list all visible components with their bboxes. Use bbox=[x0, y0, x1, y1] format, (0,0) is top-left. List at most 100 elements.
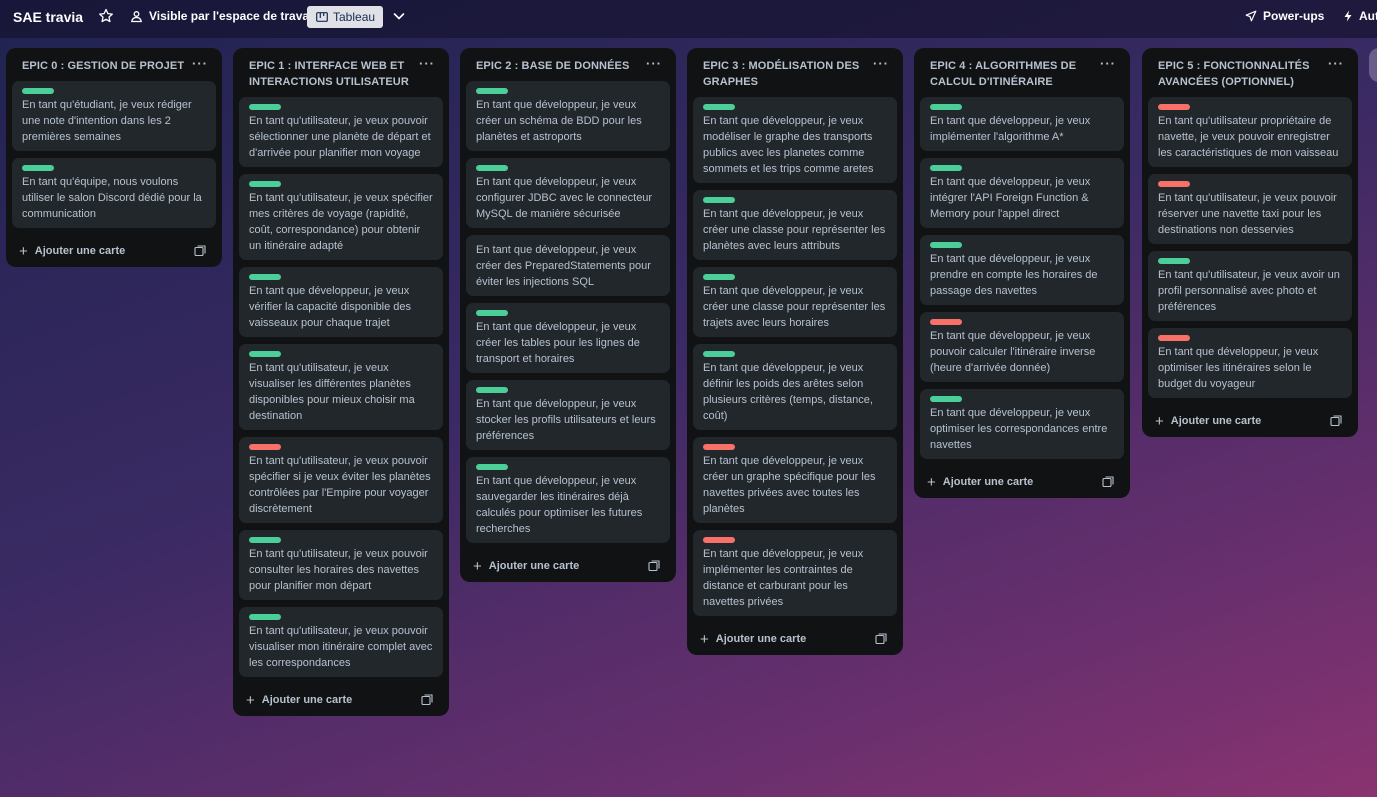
label-red[interactable] bbox=[1158, 335, 1190, 341]
card[interactable]: En tant que développeur, je veux sauvega… bbox=[466, 457, 670, 543]
card[interactable]: En tant que développeur, je veux optimis… bbox=[920, 389, 1124, 459]
label-red[interactable] bbox=[1158, 104, 1190, 110]
card[interactable]: En tant qu'utilisateur, je veux pouvoir … bbox=[239, 607, 443, 677]
label-green[interactable] bbox=[22, 88, 54, 94]
card[interactable]: En tant qu'utilisateur, je veux avoir un… bbox=[1148, 251, 1352, 321]
card[interactable]: En tant que développeur, je veux prendre… bbox=[920, 235, 1124, 305]
card[interactable]: En tant qu'utilisateur, je veux spécifie… bbox=[239, 174, 443, 260]
card[interactable]: En tant qu'étudiant, je veux rédiger une… bbox=[12, 81, 216, 151]
list-menu-icon[interactable]: ··· bbox=[419, 56, 435, 72]
add-card-button[interactable]: + Ajouter une carte bbox=[1148, 405, 1352, 437]
card-text: En tant que développeur, je veux sauvega… bbox=[476, 475, 643, 535]
card[interactable]: En tant que développeur, je veux créer l… bbox=[466, 303, 670, 373]
card[interactable]: En tant que développeur, je veux vérifie… bbox=[239, 267, 443, 337]
label-red[interactable] bbox=[930, 319, 962, 325]
label-green[interactable] bbox=[249, 537, 281, 543]
view-tab-board[interactable]: Tableau bbox=[307, 6, 383, 28]
star-icon[interactable] bbox=[98, 8, 114, 24]
add-card-button[interactable]: + Ajouter une carte bbox=[693, 623, 897, 655]
card[interactable]: En tant qu'utilisateur, je veux pouvoir … bbox=[239, 530, 443, 600]
list-menu-icon[interactable]: ··· bbox=[192, 56, 208, 72]
add-card-button[interactable]: + Ajouter une carte bbox=[239, 684, 443, 716]
card[interactable]: En tant que développeur, je veux créer u… bbox=[466, 81, 670, 151]
list-title[interactable]: EPIC 2 : BASE DE DONNÉES ··· bbox=[466, 48, 670, 81]
card[interactable]: En tant que développeur, je veux créer u… bbox=[693, 190, 897, 260]
card-template-icon[interactable] bbox=[421, 694, 433, 706]
label-green[interactable] bbox=[703, 351, 735, 357]
automation-button[interactable]: Aut bbox=[1343, 9, 1377, 23]
label-green[interactable] bbox=[930, 242, 962, 248]
add-list-button[interactable] bbox=[1369, 48, 1377, 82]
list-menu-icon[interactable]: ··· bbox=[1100, 56, 1116, 72]
powerups-button[interactable]: Power-ups bbox=[1245, 9, 1324, 23]
card-text: En tant que développeur, je veux intégre… bbox=[930, 176, 1091, 220]
card[interactable]: En tant que développeur, je veux modélis… bbox=[693, 97, 897, 183]
add-card-button[interactable]: + Ajouter une carte bbox=[466, 550, 670, 582]
label-red[interactable] bbox=[1158, 181, 1190, 187]
card[interactable]: En tant que développeur, je veux créer u… bbox=[693, 267, 897, 337]
label-green[interactable] bbox=[249, 614, 281, 620]
card[interactable]: En tant qu'utilisateur, je veux pouvoir … bbox=[1148, 174, 1352, 244]
list-menu-icon[interactable]: ··· bbox=[646, 56, 662, 72]
card-template-icon[interactable] bbox=[194, 245, 206, 257]
list-title[interactable]: EPIC 4 : ALGORITHMES DE CALCUL D'ITINÉRA… bbox=[920, 48, 1124, 97]
board-header: SAE travia Visible par l'espace de trava… bbox=[0, 0, 1377, 38]
card[interactable]: En tant que développeur, je veux optimis… bbox=[1148, 328, 1352, 398]
label-green[interactable] bbox=[476, 387, 508, 393]
label-green[interactable] bbox=[930, 165, 962, 171]
label-green[interactable] bbox=[249, 274, 281, 280]
label-green[interactable] bbox=[22, 165, 54, 171]
label-red[interactable] bbox=[703, 444, 735, 450]
card[interactable]: En tant que développeur, je veux intégre… bbox=[920, 158, 1124, 228]
label-green[interactable] bbox=[476, 165, 508, 171]
workspace-people-icon bbox=[131, 10, 142, 22]
card-text: En tant que développeur, je veux optimis… bbox=[1158, 346, 1319, 390]
list-title[interactable]: EPIC 1 : INTERFACE WEB ET INTERACTIONS U… bbox=[239, 48, 443, 97]
card[interactable]: En tant que développeur, je veux pouvoir… bbox=[920, 312, 1124, 382]
card[interactable]: En tant qu'utilisateur propriétaire de n… bbox=[1148, 97, 1352, 167]
visibility-button[interactable]: Visible par l'espace de travail bbox=[130, 9, 316, 23]
list-title[interactable]: EPIC 3 : MODÉLISATION DES GRAPHES ··· bbox=[693, 48, 897, 97]
card[interactable]: En tant que développeur, je veux impléme… bbox=[920, 97, 1124, 151]
plus-icon: + bbox=[246, 691, 255, 709]
card[interactable]: En tant qu'équipe, nous voulons utiliser… bbox=[12, 158, 216, 228]
label-green[interactable] bbox=[703, 197, 735, 203]
list-title[interactable]: EPIC 0 : GESTION DE PROJET ··· bbox=[12, 48, 216, 81]
card[interactable]: En tant qu'utilisateur, je veux pouvoir … bbox=[239, 437, 443, 523]
list-title[interactable]: EPIC 5 : FONCTIONNALITÉS AVANCÉES (OPTIO… bbox=[1148, 48, 1352, 97]
add-card-label: Ajouter une carte bbox=[261, 694, 353, 706]
card[interactable]: En tant que développeur, je veux créer d… bbox=[466, 235, 670, 296]
label-green[interactable] bbox=[1158, 258, 1190, 264]
add-card-button[interactable]: + Ajouter une carte bbox=[920, 466, 1124, 498]
add-card-button[interactable]: + Ajouter une carte bbox=[12, 235, 216, 267]
card-template-icon[interactable] bbox=[648, 560, 660, 572]
label-red[interactable] bbox=[703, 537, 735, 543]
board-title[interactable]: SAE travia bbox=[13, 9, 83, 25]
label-green[interactable] bbox=[703, 104, 735, 110]
card[interactable]: En tant que développeur, je veux stocker… bbox=[466, 380, 670, 450]
label-green[interactable] bbox=[703, 274, 735, 280]
label-green[interactable] bbox=[476, 310, 508, 316]
card[interactable]: En tant que développeur, je veux définir… bbox=[693, 344, 897, 430]
label-green[interactable] bbox=[249, 104, 281, 110]
label-green[interactable] bbox=[476, 464, 508, 470]
label-green[interactable] bbox=[930, 104, 962, 110]
label-red[interactable] bbox=[249, 444, 281, 450]
card[interactable]: En tant que développeur, je veux configu… bbox=[466, 158, 670, 228]
label-green[interactable] bbox=[249, 351, 281, 357]
label-green[interactable] bbox=[249, 181, 281, 187]
card-text: En tant qu'utilisateur, je veux pouvoir … bbox=[249, 455, 431, 515]
card[interactable]: En tant que développeur, je veux impléme… bbox=[693, 530, 897, 616]
card-template-icon[interactable] bbox=[1330, 415, 1342, 427]
list-menu-icon[interactable]: ··· bbox=[873, 56, 889, 72]
label-green[interactable] bbox=[476, 88, 508, 94]
list-menu-icon[interactable]: ··· bbox=[1328, 56, 1344, 72]
label-green[interactable] bbox=[930, 396, 962, 402]
chevron-down-icon[interactable] bbox=[392, 9, 406, 23]
card-text: En tant qu'utilisateur, je veux pouvoir … bbox=[249, 115, 431, 159]
card[interactable]: En tant qu'utilisateur, je veux visualis… bbox=[239, 344, 443, 430]
card-template-icon[interactable] bbox=[1102, 476, 1114, 488]
card[interactable]: En tant qu'utilisateur, je veux pouvoir … bbox=[239, 97, 443, 167]
card-template-icon[interactable] bbox=[875, 633, 887, 645]
card[interactable]: En tant que développeur, je veux créer u… bbox=[693, 437, 897, 523]
